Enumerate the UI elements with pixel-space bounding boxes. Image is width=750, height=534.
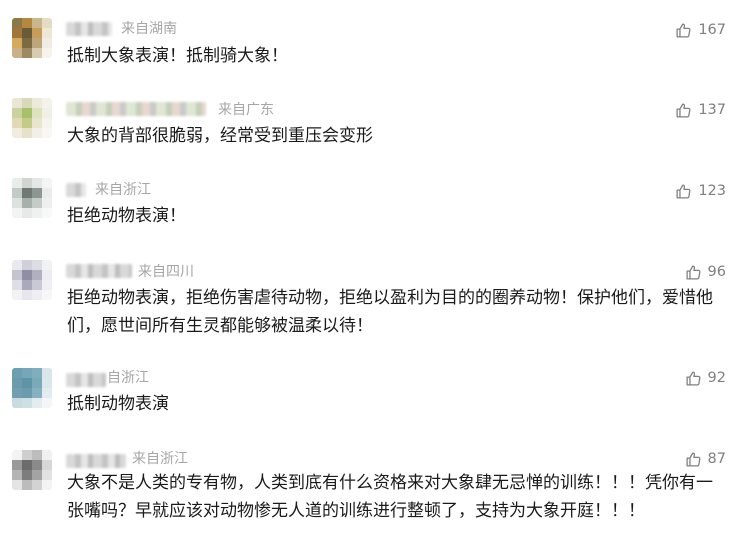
comment-text: 拒绝动物表演！ [67,206,186,226]
thumbs-up-icon [685,370,702,387]
username-blurred[interactable] [66,373,106,387]
like-count: 96 [707,264,726,280]
comment-text: 拒绝动物表演，拒绝伤害虐待动物，拒绝以盈利为目的的圈养动物！保护他们，爱惜他们，… [67,288,713,336]
comment-text: 大象的背部很脆弱，经常受到重压会变形 [67,126,373,146]
like-button[interactable]: 87 [685,450,726,468]
like-count: 167 [698,22,726,38]
like-button[interactable]: 96 [685,263,726,281]
avatar[interactable] [12,178,52,218]
location-label: 来自浙江 [132,451,188,467]
like-button[interactable]: 167 [675,21,726,39]
like-count: 123 [698,183,726,199]
username-blurred[interactable] [66,22,112,36]
like-count: 137 [698,102,726,118]
username-blurred[interactable] [66,183,86,197]
location-label: 来自广东 [218,102,274,118]
username-blurred[interactable] [66,454,126,468]
comment-text: 抵制大象表演！抵制骑大象！ [67,46,288,66]
location-label: 来自浙江 [95,182,151,198]
like-count: 92 [707,370,726,386]
location-label: 来自湖南 [121,21,177,37]
avatar[interactable] [12,260,52,300]
comment-text: 抵制动物表演 [67,394,169,414]
like-button[interactable]: 137 [675,101,726,119]
like-count: 87 [707,451,726,467]
thumbs-up-icon [685,451,702,468]
comment-text: 大象不是人类的专有物，人类到底有什么资格来对大象肆无忌惮的训练！！！凭你有一张嘴… [67,473,713,521]
thumbs-up-icon [675,183,692,200]
location-label: 自浙江 [107,370,149,386]
username-blurred[interactable] [66,102,206,116]
thumbs-up-icon [675,22,692,39]
avatar[interactable] [12,98,52,138]
avatar[interactable] [12,368,52,408]
username-blurred[interactable] [66,264,132,278]
thumbs-up-icon [675,102,692,119]
location-label: 来自四川 [138,264,194,280]
thumbs-up-icon [685,264,702,281]
avatar[interactable] [12,450,52,490]
like-button[interactable]: 92 [685,369,726,387]
avatar[interactable] [12,18,52,58]
like-button[interactable]: 123 [675,182,726,200]
